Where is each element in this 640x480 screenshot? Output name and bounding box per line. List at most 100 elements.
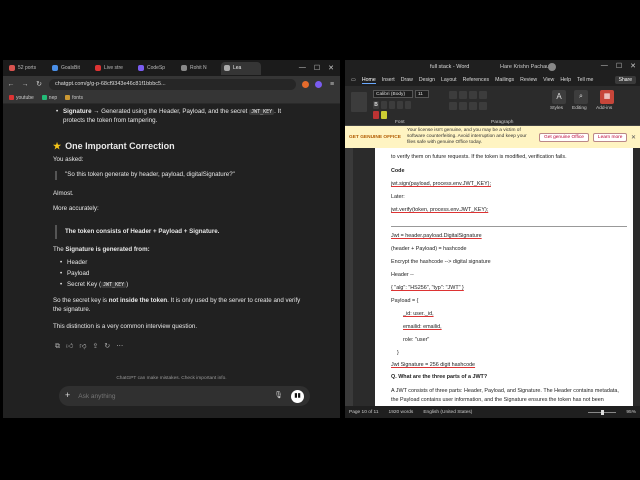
chat-conversation: Signature → Generated using the Header, … (3, 104, 340, 418)
font-size-select[interactable]: 11 (415, 90, 429, 98)
bullets-icon[interactable] (449, 91, 457, 99)
browser-tab[interactable]: CodeSp (135, 62, 175, 75)
tab-view[interactable]: View (543, 77, 554, 83)
user-name: Hare Krishn Pachauri (500, 64, 553, 70)
bookmark-item[interactable]: nep (41, 95, 57, 101)
window-controls: — ☐ ✕ (299, 64, 340, 72)
tab-insert[interactable]: Insert (382, 77, 395, 83)
tell-me-search[interactable]: Tell me (577, 77, 593, 83)
paragraph: the signature. (53, 306, 91, 313)
regenerate-icon[interactable]: ↻ (104, 342, 110, 352)
back-icon[interactable]: ← (7, 81, 15, 88)
paragraph: The Signature is generated from: (53, 246, 150, 253)
voice-mode-icon[interactable]: ▮▮ (291, 389, 304, 403)
paragraph: You asked: (53, 156, 84, 163)
font-name-select[interactable]: Calibri (Body) (373, 90, 413, 98)
ribbon-home: Calibri (Body) 11 B Font Paragraph A Sty… (345, 86, 640, 126)
thumbs-up-icon[interactable]: 👍︎ (66, 342, 73, 352)
underline-icon[interactable] (389, 101, 395, 109)
indent-icon[interactable] (479, 91, 487, 99)
share-icon[interactable]: ⇪ (92, 342, 98, 352)
paragraph: This distinction is a very common interv… (53, 323, 198, 330)
highlight-icon[interactable] (381, 111, 387, 119)
share-button[interactable]: Share (614, 76, 636, 84)
subscript-icon[interactable] (405, 101, 411, 109)
page-count[interactable]: Page 10 of 11 (349, 410, 379, 415)
url-field[interactable]: chatgpt.com/g/g-p-68cf9343e46c81f1bbbc5.… (49, 78, 296, 90)
tab-layout[interactable]: Layout (441, 77, 457, 83)
tab-favicon-icon (95, 65, 101, 71)
numbering-icon[interactable] (459, 91, 467, 99)
microphone-icon[interactable]: 🎙︎ (274, 391, 283, 401)
close-icon[interactable]: ✕ (630, 62, 636, 70)
font-color-icon[interactable] (373, 111, 379, 119)
tab-favicon-icon (9, 65, 15, 71)
menu-icon[interactable]: ≡ (328, 81, 336, 88)
bookmark-item[interactable]: youtube (9, 95, 34, 101)
browser-tab[interactable]: Rohit N (178, 62, 218, 75)
tab-design[interactable]: Design (419, 77, 435, 83)
get-genuine-button[interactable]: Get genuine Office (539, 132, 589, 142)
paste-icon[interactable] (351, 92, 367, 112)
language-indicator[interactable]: English (United States) (423, 410, 472, 415)
bookmarks-bar: youtube nep fonts (3, 92, 340, 104)
divider (391, 226, 627, 227)
zoom-slider[interactable] (588, 409, 617, 415)
tab-home[interactable]: Home (361, 77, 376, 84)
styles-icon[interactable]: A (552, 90, 566, 104)
zoom-level[interactable]: 95% (626, 410, 636, 415)
tab-help[interactable]: Help (560, 77, 571, 83)
justify-icon[interactable] (479, 102, 487, 110)
avatar[interactable] (548, 63, 556, 71)
add-ins-icon[interactable]: ▦ (600, 90, 614, 104)
browser-tab-active[interactable]: Lea (221, 61, 261, 75)
zoom-slider-thumb[interactable] (601, 409, 605, 415)
paragraph: So the secret key is not inside the toke… (53, 297, 301, 304)
align-right-icon[interactable] (469, 102, 477, 110)
close-icon[interactable]: ✕ (328, 64, 334, 72)
chat-input[interactable] (78, 392, 267, 400)
extension-icon[interactable] (315, 80, 322, 88)
align-left-icon[interactable] (449, 102, 457, 110)
list-item: Secret Key (JWT_KEY) (60, 281, 317, 290)
tab-references[interactable]: References (463, 77, 490, 83)
maximize-icon[interactable]: ☐ (314, 64, 320, 72)
forward-icon[interactable]: → (21, 81, 29, 88)
window-controls: — ☐ ✕ (601, 62, 636, 70)
reload-icon[interactable]: ↻ (35, 80, 43, 88)
bookmark-item[interactable]: fonts (65, 95, 83, 101)
status-bar: Page 10 of 11 1920 words English (United… (345, 406, 640, 418)
browser-tab[interactable]: 52 ports (6, 62, 46, 75)
list-item: Payload (60, 270, 317, 279)
plus-icon[interactable]: + (65, 389, 70, 402)
browser-tab[interactable]: GoalsBit (49, 62, 89, 75)
minimize-icon[interactable]: — (299, 64, 306, 72)
list-item: Signature → Generated using the Header, … (56, 108, 313, 117)
tab-draw[interactable]: Draw (401, 77, 413, 83)
browser-tab[interactable]: Live stre (92, 62, 132, 75)
learn-more-button[interactable]: Learn more (592, 132, 628, 142)
license-notice-bar: GET GENUINE OFFICE Your license isn't ge… (345, 126, 640, 148)
align-center-icon[interactable] (459, 102, 467, 110)
tab-favicon-icon (138, 65, 144, 71)
italic-icon[interactable] (381, 101, 387, 109)
copy-icon[interactable]: ⧉ (55, 342, 60, 352)
youtube-icon (9, 95, 14, 100)
word-count[interactable]: 1920 words (389, 410, 414, 415)
thumbs-down-icon[interactable]: 👎︎ (79, 342, 86, 352)
paragraph: More accurately: (53, 205, 99, 212)
word-titlebar: full stack - Word Hare Krishn Pachauri —… (345, 60, 640, 74)
tab-review[interactable]: Review (520, 77, 537, 83)
tab-mailings[interactable]: Mailings (495, 77, 514, 83)
editing-icon[interactable]: ⌕ (574, 90, 588, 104)
close-icon[interactable]: ✕ (631, 134, 636, 141)
more-icon[interactable]: ⋯ (116, 342, 123, 352)
maximize-icon[interactable]: ☐ (616, 62, 622, 70)
multilevel-icon[interactable] (469, 91, 477, 99)
bold-icon[interactable]: B (373, 101, 379, 109)
tab-file[interactable]: ▭ (351, 77, 356, 83)
brave-shield-icon[interactable] (302, 80, 309, 88)
document-page[interactable]: to verify them on future requests. If th… (375, 148, 633, 406)
minimize-icon[interactable]: — (601, 62, 608, 70)
strikethrough-icon[interactable] (397, 101, 403, 109)
